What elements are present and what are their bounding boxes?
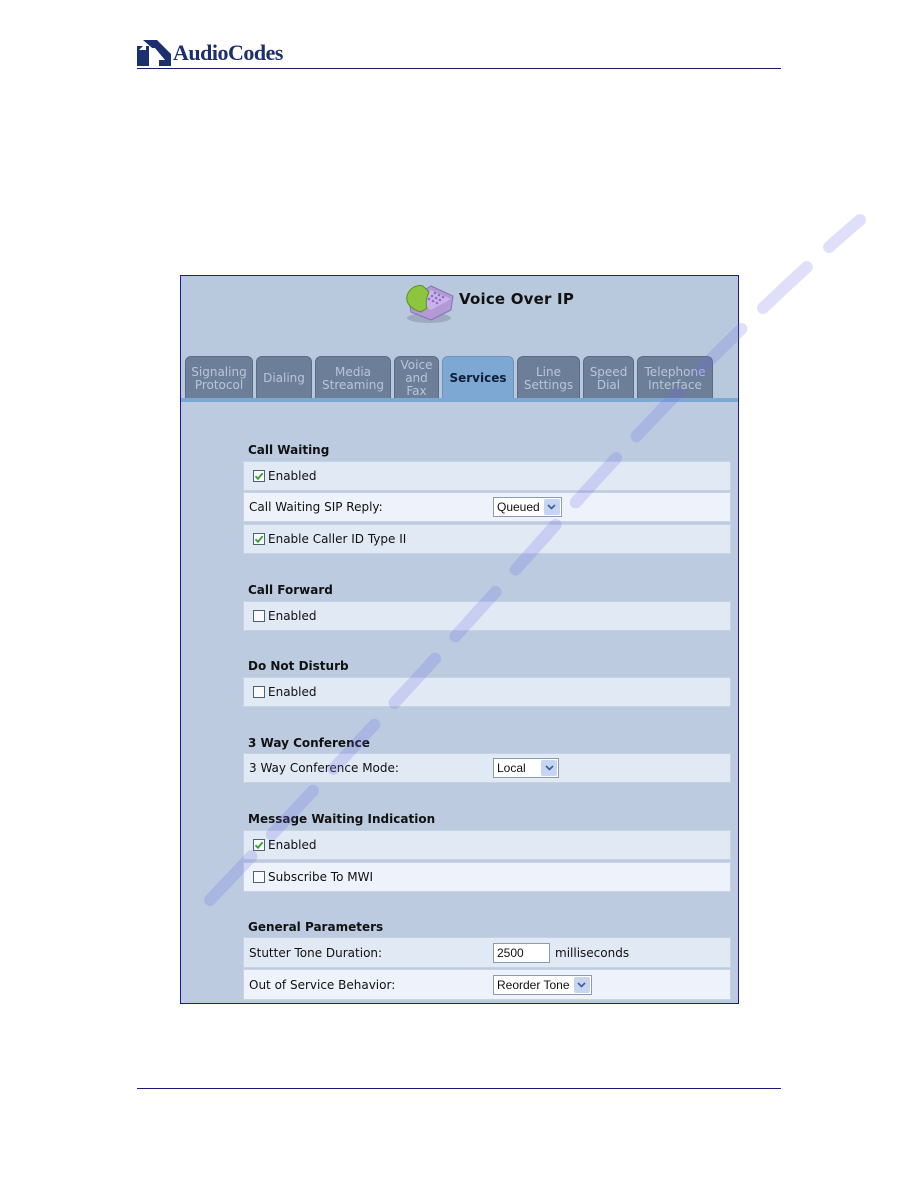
stutter-tone-label: Stutter Tone Duration: [249,945,383,960]
3-way-conference-mode-select[interactable]: Local [493,758,559,778]
call-forward-enabled-checkbox[interactable] [253,610,265,622]
chevron-down-icon [543,499,560,515]
chevron-down-icon [541,760,557,776]
checkmark-icon [254,841,264,850]
tab-label: Line Settings [523,364,574,392]
dnd-enabled-row: Enabled [243,677,731,707]
call-waiting-sip-reply-select[interactable]: Queued [493,497,562,517]
checkmark-icon [254,472,264,481]
tab-label: Voice and Fax [400,358,433,398]
tab-label: Dialing [263,371,305,385]
tab-label: Media Streaming [322,364,384,392]
tab-label: Speed Dial [589,364,628,392]
select-value: Local [497,761,526,775]
out-of-service-select[interactable]: Reorder Tone [493,974,592,995]
3-way-conference-mode-row: 3 Way Conference Mode: Local [243,753,731,783]
footer-rule [137,1088,781,1089]
caller-id-type2-label: Enable Caller ID Type II [268,532,407,546]
tab-services[interactable]: Services [442,356,514,400]
out-of-service-label: Out of Service Behavior: [249,977,396,992]
out-of-service-control: Reorder Tone [493,974,592,995]
audiocodes-logo-icon [137,40,171,66]
select-value: Queued [497,500,540,514]
section-title-mwi: Message Waiting Indication [248,812,436,826]
call-forward-enabled-label: Enabled [268,609,317,623]
select-value: Reorder Tone [497,977,570,992]
call-forward-enabled-row: Enabled [243,601,731,631]
call-waiting-sip-reply-control: Queued [493,497,562,517]
voip-phone-icon [401,280,457,324]
tab-signaling-protocol[interactable]: Signaling Protocol [185,356,253,400]
3-way-conference-mode-label: 3 Way Conference Mode: [249,761,399,775]
app-header: Voice Over IP [181,276,738,348]
call-waiting-sip-reply-label: Call Waiting SIP Reply: [249,500,383,514]
tab-voice-and-fax[interactable]: Voice and Fax [394,356,439,400]
header-rule [137,68,781,69]
tab-label: Telephone Interface [644,364,706,392]
stutter-tone-row: Stutter Tone Duration: milliseconds [243,937,731,968]
tab-telephone-interface[interactable]: Telephone Interface [637,356,713,400]
subscribe-mwi-row: Subscribe To MWI [243,862,731,892]
checkmark-icon [254,535,264,544]
services-panel: Call Waiting Enabled Call Waiting SIP Re… [181,402,738,1003]
section-title-do-not-disturb: Do Not Disturb [248,659,349,673]
tab-label: Services [449,371,507,385]
audiocodes-logo: AudioCodes [137,40,283,66]
chevron-down-icon [573,976,590,993]
stutter-tone-input[interactable] [493,942,550,963]
tab-dialing[interactable]: Dialing [256,356,312,400]
tab-speed-dial[interactable]: Speed Dial [583,356,634,400]
section-title-call-waiting: Call Waiting [248,443,330,457]
mwi-enabled-row: Enabled [243,830,731,860]
section-title-3-way-conference: 3 Way Conference [248,736,370,750]
tab-media-streaming[interactable]: Media Streaming [315,356,391,400]
call-waiting-sip-reply-row: Call Waiting SIP Reply: Queued [243,492,731,522]
dnd-enabled-label: Enabled [268,685,317,699]
stutter-tone-control: milliseconds [493,942,630,963]
subscribe-mwi-label: Subscribe To MWI [268,870,373,884]
section-title-call-forward: Call Forward [248,583,333,597]
subscribe-mwi-checkbox[interactable] [253,871,265,883]
section-title-general-parameters: General Parameters [248,920,384,934]
stutter-tone-unit: milliseconds [555,945,630,960]
out-of-service-row: Out of Service Behavior: Reorder Tone [243,969,731,1000]
caller-id-type2-row: Enable Caller ID Type II [243,524,731,554]
dnd-enabled-checkbox[interactable] [253,686,265,698]
voip-settings-window: Voice Over IP Signaling Protocol Dialing… [180,275,739,1004]
call-waiting-enabled-checkbox[interactable] [253,470,265,482]
tab-line-settings[interactable]: Line Settings [517,356,580,400]
call-waiting-enabled-label: Enabled [268,469,317,483]
mwi-enabled-checkbox[interactable] [253,839,265,851]
call-waiting-enabled-row: Enabled [243,461,731,491]
3-way-conference-mode-control: Local [493,758,559,778]
page-title: Voice Over IP [459,290,575,308]
mwi-enabled-label: Enabled [268,838,317,852]
caller-id-type2-checkbox[interactable] [253,533,265,545]
tab-bar: Signaling Protocol Dialing Media Streami… [185,355,716,400]
tab-label: Signaling Protocol [191,364,247,392]
brand-name: AudioCodes [173,40,283,65]
